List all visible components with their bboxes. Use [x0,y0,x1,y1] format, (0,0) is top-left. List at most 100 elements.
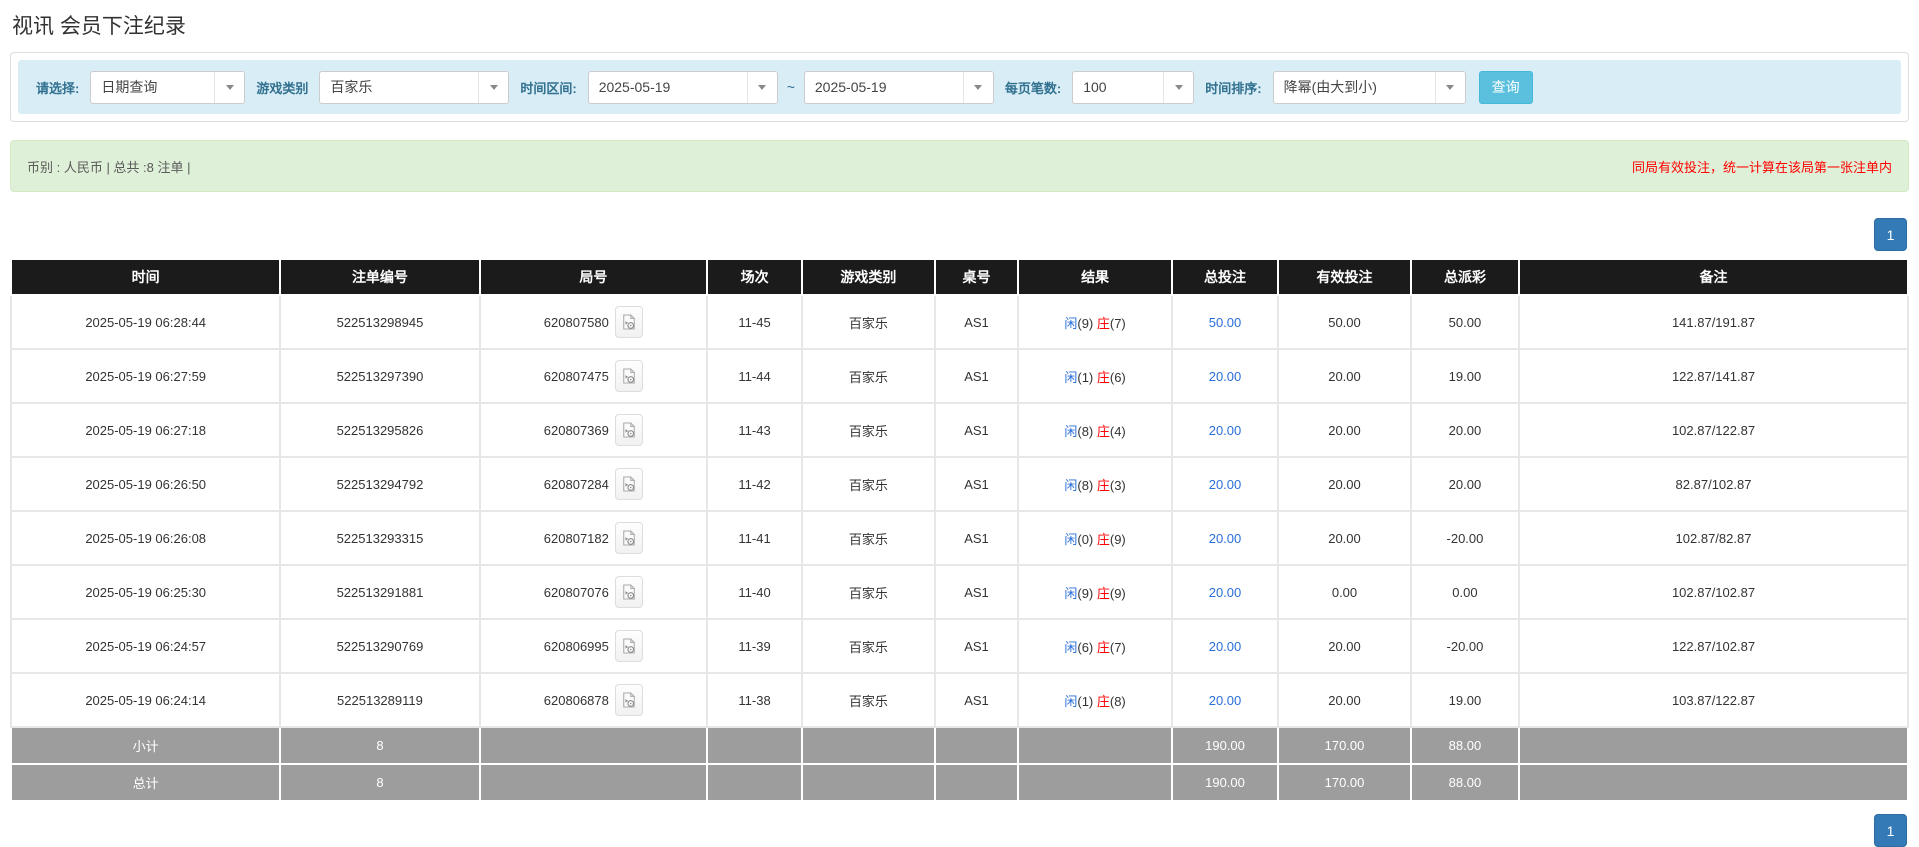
cell-total-bet: 20.00 [1170,672,1280,728]
search-button[interactable]: 查询 [1478,70,1533,104]
cell-payout: 19.00 [1409,672,1521,728]
round-number: 620807182 [543,530,609,546]
result-player-score: (1) [1077,693,1097,709]
total-bet-link[interactable]: 20.00 [1209,477,1242,492]
cell-session: 11-43 [706,402,803,458]
cell-total-bet: 20.00 [1170,564,1280,620]
query-mode-select[interactable]: 日期查询 [90,70,246,104]
chevron-down-icon [746,71,777,103]
cell-table-no: AS1 [933,348,1020,404]
pagination-bottom: 1 [10,814,1907,847]
pagination-top: 1 [10,218,1907,251]
result-player-score: (9) [1077,585,1097,601]
cell-round: 620807475 [478,348,709,404]
table-row: 2025-05-19 06:24:14 522513289119 620806878… [9,672,1909,728]
result-player-score: (0) [1077,531,1097,547]
result-player-score: (6) [1077,639,1097,655]
cell-payout: 19.00 [1409,348,1521,404]
total-bet-link[interactable]: 20.00 [1209,639,1242,654]
chevron-down-icon [1434,71,1465,103]
chevron-down-icon [962,71,993,103]
round-number: 620807580 [543,314,609,330]
cell-time: 2025-05-19 06:24:14 [9,672,282,728]
cell-table-no: AS1 [933,402,1020,458]
cell-result: 闲(1) 庄(6) [1017,348,1173,404]
subtotal-row-cell-9: 88.00 [1409,726,1521,765]
video-file-icon [623,313,636,330]
result-player-label: 闲 [1064,477,1078,493]
total-bet-link[interactable]: 50.00 [1209,315,1242,330]
result-banker-score: (8) [1109,693,1126,709]
cell-valid-bet: 20.00 [1277,456,1412,512]
col-header-3: 场次 [706,258,803,296]
result-player-label: 闲 [1064,639,1078,655]
col-header-10: 备注 [1518,258,1909,296]
total-bet-link[interactable]: 20.00 [1209,693,1242,708]
result-banker-score: (4) [1109,423,1126,439]
video-replay-button[interactable] [614,576,643,608]
page-1-button[interactable]: 1 [1874,218,1907,251]
cell-bet-id: 522513297390 [279,348,481,404]
result-player-score: (1) [1077,369,1097,385]
cell-session: 11-45 [706,294,803,350]
video-file-icon [623,529,636,546]
round-number: 620807284 [543,476,609,492]
total-bet-link[interactable]: 20.00 [1209,369,1242,384]
video-file-icon [623,421,636,438]
cell-round: 620807182 [478,510,709,566]
result-banker-label: 庄 [1096,369,1110,385]
round-cell-wrap: 620807284 [544,468,643,500]
col-header-6: 结果 [1017,258,1173,296]
sort-order-select[interactable]: 降幂(由大到小) [1272,70,1466,104]
result-player-label: 闲 [1064,531,1078,547]
col-header-8: 有效投注 [1277,258,1412,296]
video-replay-button[interactable] [614,522,643,554]
result-banker-label: 庄 [1096,693,1110,709]
page-size-select[interactable]: 100 [1072,70,1195,104]
cell-remark: 141.87/191.87 [1518,294,1909,350]
video-replay-button[interactable] [614,684,643,716]
cell-payout: 20.00 [1409,402,1521,458]
total-bet-link[interactable]: 20.00 [1209,585,1242,600]
video-replay-button[interactable] [614,306,643,338]
subtotal-row-cell-3 [706,726,803,765]
cell-payout: -20.00 [1409,618,1521,674]
cell-game-type: 百家乐 [801,618,936,674]
video-file-icon [623,691,636,708]
total-bet-link[interactable]: 20.00 [1209,423,1242,438]
result-banker-label: 庄 [1096,423,1110,439]
total-row-cell-4 [801,763,936,802]
game-type-select[interactable]: 百家乐 [319,70,510,104]
cell-game-type: 百家乐 [801,402,936,458]
video-replay-button[interactable] [614,360,643,392]
filter-panel: 请选择: 日期查询 游戏类别 百家乐 时间区间: 2025-05-19 ~ 20… [10,52,1909,122]
cell-session: 11-41 [706,510,803,566]
cell-session: 11-38 [706,672,803,728]
round-number: 620806878 [543,692,609,708]
video-replay-button[interactable] [614,414,643,446]
date-from-select[interactable]: 2025-05-19 [587,70,778,104]
video-replay-button[interactable] [614,630,643,662]
date-to-select[interactable]: 2025-05-19 [803,70,994,104]
cell-result: 闲(0) 庄(9) [1017,510,1173,566]
video-replay-button[interactable] [614,468,643,500]
total-bet-link[interactable]: 20.00 [1209,531,1242,546]
cell-game-type: 百家乐 [801,672,936,728]
col-header-4: 游戏类别 [801,258,936,296]
table-row: 2025-05-19 06:25:30 522513291881 620807076… [9,564,1909,620]
table-row: 2025-05-19 06:26:50 522513294792 620807284… [9,456,1909,512]
page-1-button[interactable]: 1 [1874,814,1907,847]
cell-bet-id: 522513294792 [279,456,481,512]
result-banker-score: (3) [1109,477,1126,493]
round-cell-wrap: 620807475 [544,360,643,392]
subtotal-row-cell-8: 170.00 [1277,726,1412,765]
total-row-cell-6 [1017,763,1173,802]
result-banker-score: (7) [1109,639,1126,655]
result-banker-label: 庄 [1096,315,1110,331]
col-header-0: 时间 [9,258,282,296]
cell-result: 闲(1) 庄(8) [1017,672,1173,728]
col-header-7: 总投注 [1170,258,1280,296]
cell-time: 2025-05-19 06:27:18 [9,402,282,458]
cell-time: 2025-05-19 06:26:50 [9,456,282,512]
cell-session: 11-44 [706,348,803,404]
